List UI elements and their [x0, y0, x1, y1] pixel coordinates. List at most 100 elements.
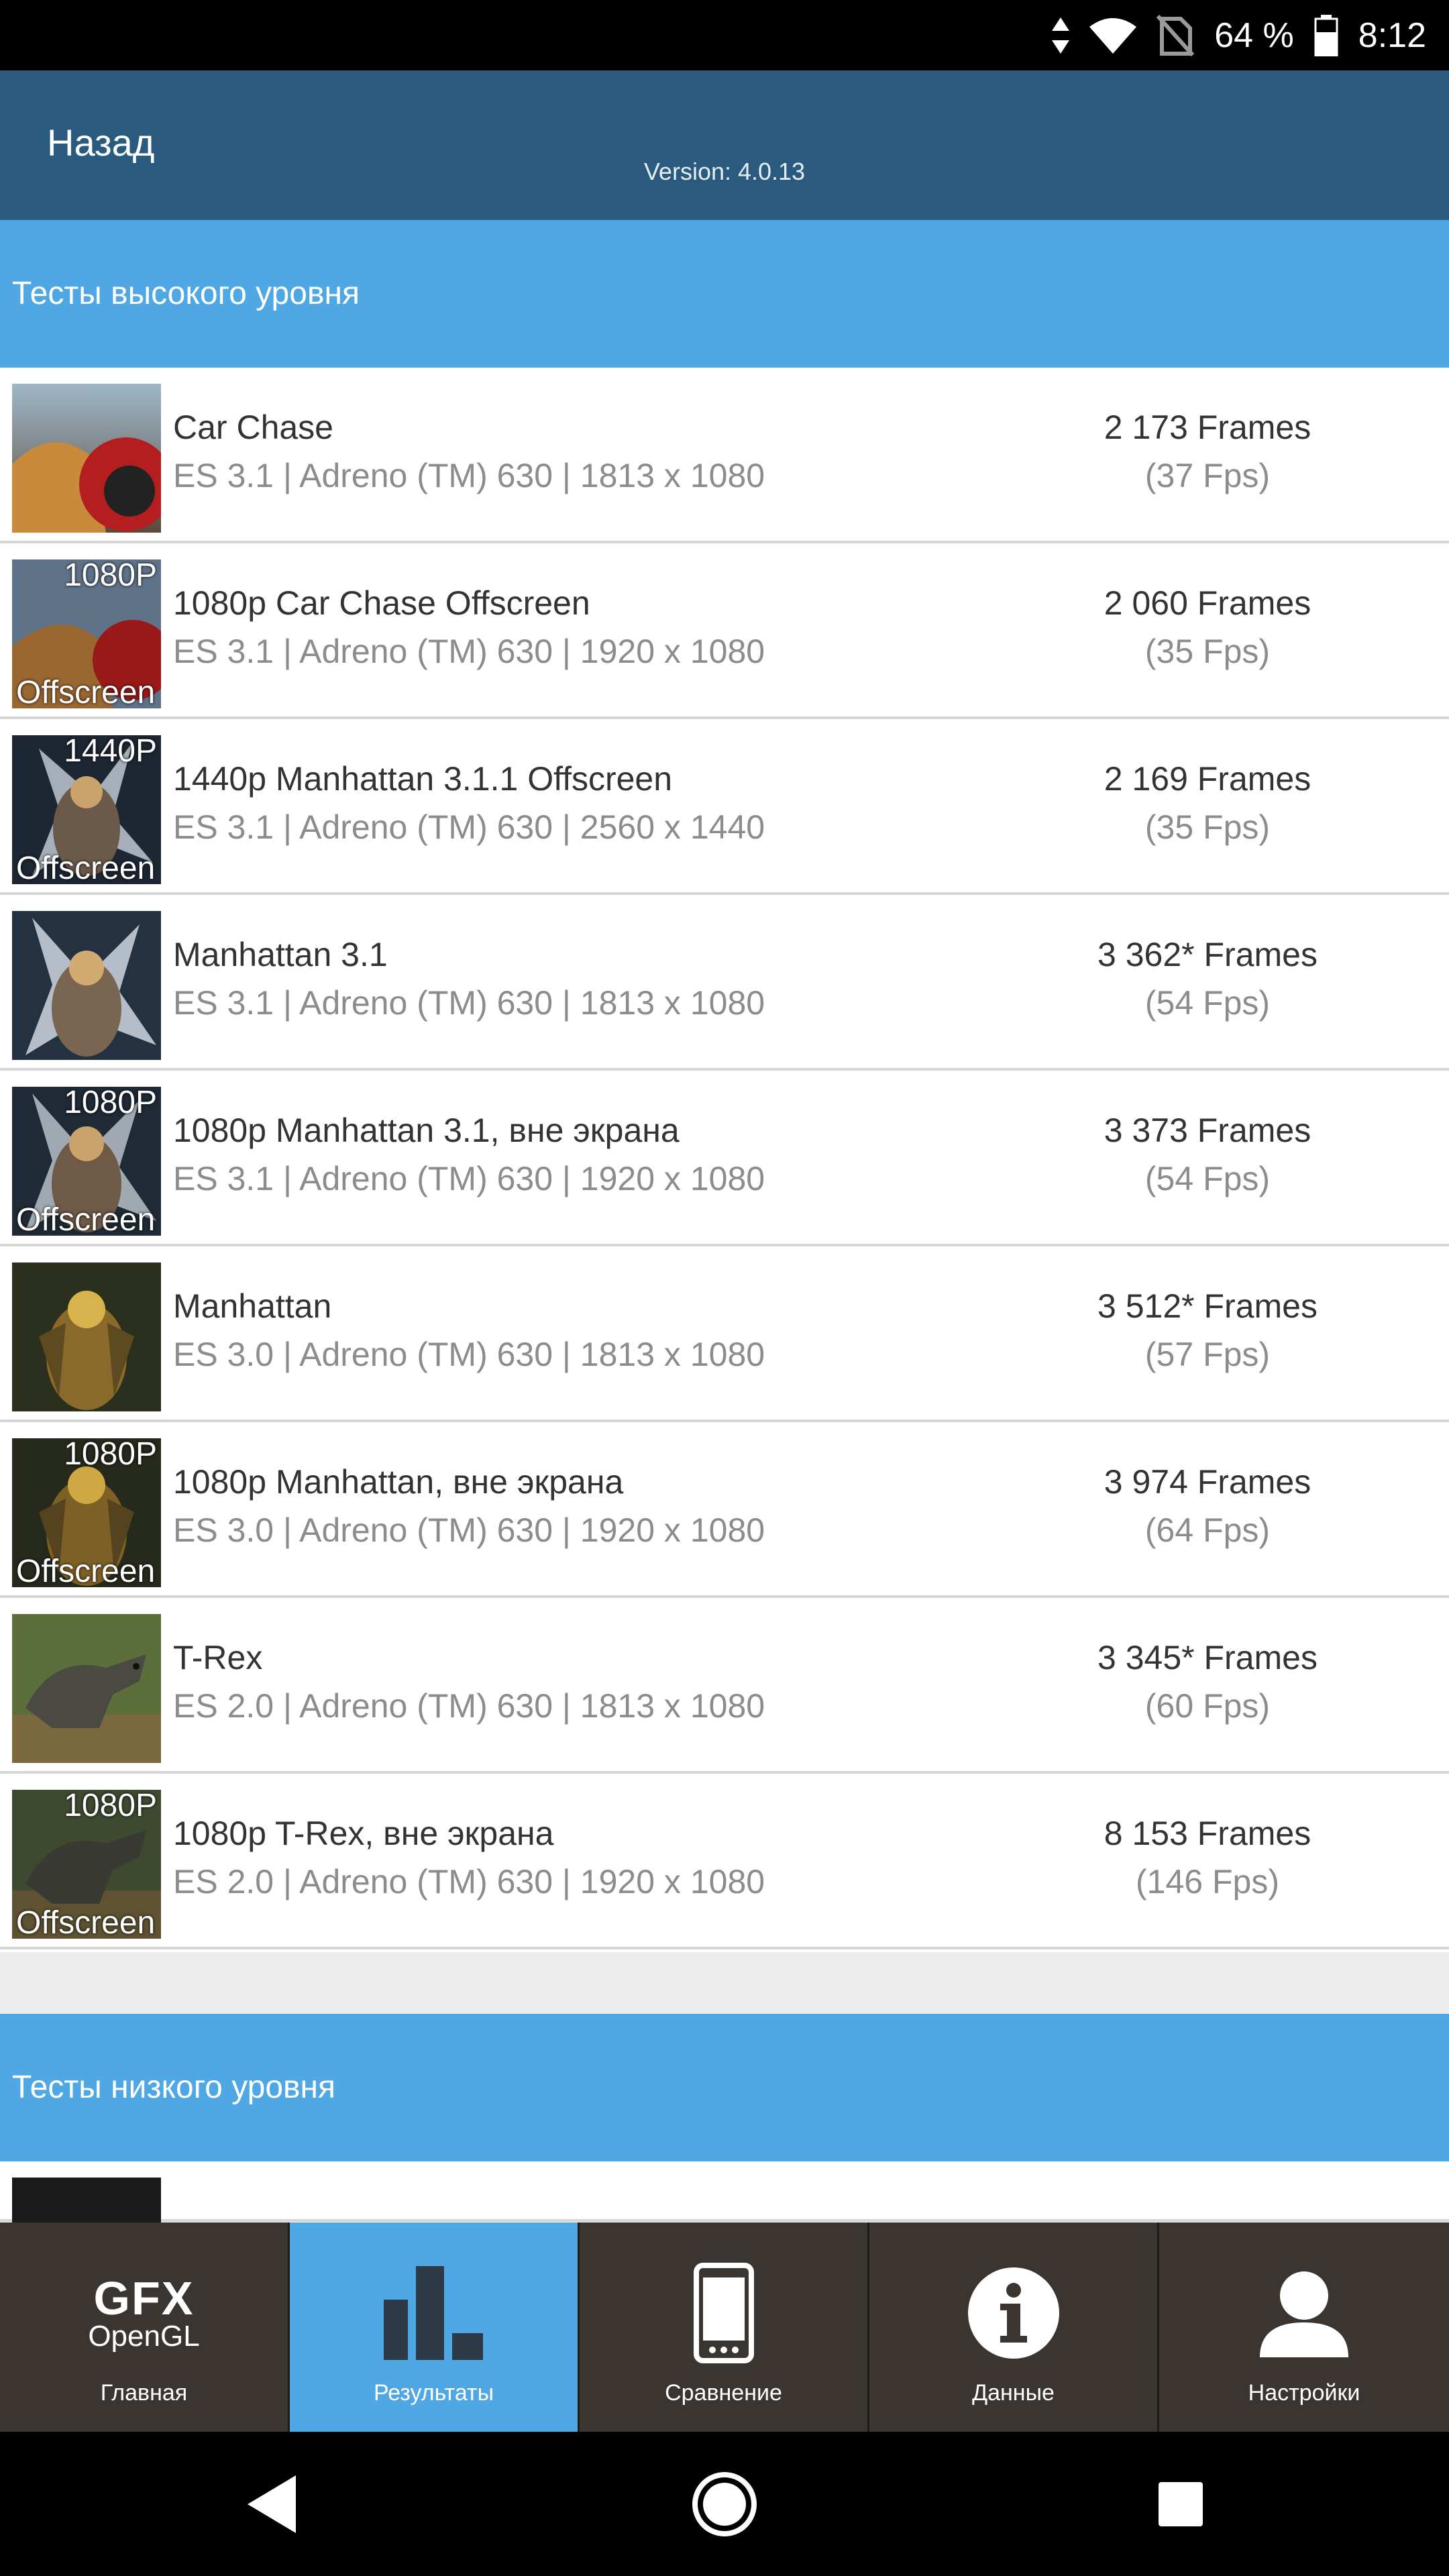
test-title: 1080p Manhattan, вне экрана — [173, 1463, 624, 1501]
tab-results[interactable]: Результаты — [290, 2222, 580, 2432]
thumbnail: 1440P Offscreen — [12, 735, 161, 884]
test-details: ES 3.0 | Adreno (TM) 630 | 1813 x 1080 — [173, 1336, 765, 1373]
test-fps: (146 Fps) — [1136, 1863, 1279, 1900]
test-details: ES 3.1 | Adreno (TM) 630 | 2560 x 1440 — [173, 808, 765, 846]
tab-label: Результаты — [373, 2380, 494, 2406]
test-details: ES 3.1 | Adreno (TM) 630 | 1920 x 1080 — [173, 1160, 765, 1197]
test-title: Manhattan — [173, 1287, 332, 1325]
gfx-logo-text: GFX — [93, 2272, 195, 2324]
test-title: 1080p Car Chase Offscreen — [173, 584, 590, 622]
test-details: ES 3.1 | Adreno (TM) 630 | 1920 x 1080 — [173, 633, 765, 670]
list-item[interactable]: Manhattan 3.1 ES 3.1 | Adreno (TM) 630 |… — [0, 896, 1449, 1071]
back-triangle-icon — [248, 2475, 296, 2533]
test-score: 2 169 Frames — [1104, 760, 1311, 798]
test-title: T-Rex — [173, 1639, 263, 1676]
test-fps: (64 Fps) — [1144, 1511, 1271, 1549]
bottom-nav: GFX OpenGL Главная Результаты Сравнение — [0, 2222, 1449, 2432]
recents-square-icon — [1159, 2481, 1203, 2526]
list-item[interactable]: Car Chase ES 3.1 | Adreno (TM) 630 | 181… — [0, 369, 1449, 543]
recents-nav-button[interactable] — [1137, 2432, 1224, 2576]
gfx-logo-subtext: OpenGL — [88, 2320, 200, 2353]
resolution-tag: 1080P — [64, 1438, 157, 1472]
battery-percent: 64 % — [1214, 15, 1294, 55]
list-item[interactable]: 1080P Offscreen 1080p Manhattan, вне экр… — [0, 1424, 1449, 1598]
test-title: Car Chase — [173, 409, 333, 446]
tab-label: Данные — [972, 2380, 1055, 2406]
thumbnail — [12, 911, 161, 1060]
thumbnail: 1080P Offscreen — [12, 559, 161, 708]
list-item[interactable]: 1440P Offscreen 1440p Manhattan 3.1.1 Of… — [0, 720, 1449, 895]
phone-icon — [693, 2263, 754, 2363]
clock: 8:12 — [1358, 15, 1426, 55]
test-fps: (37 Fps) — [1144, 457, 1271, 494]
home-nav-button[interactable] — [681, 2432, 768, 2576]
test-score: 2 173 Frames — [1104, 409, 1311, 446]
resolution-tag: 1080P — [64, 559, 157, 593]
section-title: Тесты низкого уровня — [12, 2070, 336, 2105]
tab-info[interactable]: Данные — [869, 2222, 1159, 2432]
test-details: ES 2.0 | Adreno (TM) 630 | 1813 x 1080 — [173, 1687, 765, 1725]
test-fps: (60 Fps) — [1144, 1687, 1271, 1725]
thumbnail — [12, 384, 161, 533]
resolution-tag: 1080P — [64, 1087, 157, 1120]
bar-chart-icon — [383, 2266, 483, 2360]
resolution-tag: 1440P — [64, 735, 157, 769]
resolution-tag: 1080P — [64, 1790, 157, 1823]
no-sim-icon — [1157, 14, 1195, 56]
offscreen-tag: Offscreen — [16, 675, 156, 708]
test-score: 2 060 Frames — [1104, 584, 1311, 622]
test-details: ES 2.0 | Adreno (TM) 630 | 1920 x 1080 — [173, 1863, 765, 1900]
back-nav-button[interactable] — [228, 2432, 315, 2576]
info-icon — [967, 2267, 1059, 2359]
tab-home[interactable]: GFX OpenGL Главная — [0, 2222, 290, 2432]
list-item[interactable]: Manhattan ES 3.0 | Adreno (TM) 630 | 181… — [0, 1248, 1449, 1422]
test-score: 3 345* Frames — [1097, 1639, 1318, 1676]
test-score: 3 373 Frames — [1104, 1112, 1311, 1149]
test-fps: (35 Fps) — [1144, 633, 1271, 670]
list-item[interactable]: 1080P Offscreen 1080p T-Rex, вне экрана … — [0, 1775, 1449, 1949]
offscreen-tag: Offscreen — [16, 851, 156, 884]
version-label: Version: 4.0.13 — [643, 158, 806, 185]
data-activity-icon — [1052, 17, 1070, 54]
list-item[interactable]: 1080P Offscreen 1080p Car Chase Offscree… — [0, 545, 1449, 719]
thumbnail — [12, 1614, 161, 1763]
offscreen-tag: Offscreen — [16, 1202, 156, 1236]
list-item[interactable]: 1080P Offscreen 1080p Manhattan 3.1, вне… — [0, 1072, 1449, 1246]
offscreen-tag: Offscreen — [16, 1554, 156, 1587]
test-title: 1080p T-Rex, вне экрана — [173, 1815, 554, 1852]
thumbnail: 1080P Offscreen — [12, 1438, 161, 1587]
test-fps: (57 Fps) — [1144, 1336, 1271, 1373]
gfx-logo-icon: GFX OpenGL — [0, 2263, 288, 2363]
list-item[interactable]: T-Rex ES 2.0 | Adreno (TM) 630 | 1813 x … — [0, 1599, 1449, 1774]
section-title: Тесты высокого уровня — [12, 276, 360, 311]
thumbnail: 1080P Offscreen — [12, 1790, 161, 1939]
system-nav-bar — [0, 2432, 1449, 2576]
test-title: 1440p Manhattan 3.1.1 Offscreen — [173, 760, 673, 798]
test-title: Manhattan 3.1 — [173, 936, 388, 973]
test-fps: (54 Fps) — [1144, 984, 1271, 1022]
test-title: 1080p Manhattan 3.1, вне экрана — [173, 1112, 680, 1149]
status-bar: 64 % 8:12 — [0, 0, 1449, 70]
tab-label: Главная — [100, 2380, 188, 2406]
tab-settings[interactable]: Настройки — [1159, 2222, 1449, 2432]
section-gap — [0, 1952, 1449, 2014]
wifi-icon — [1089, 17, 1137, 54]
section-low-level: Тесты низкого уровня — [0, 2014, 1449, 2161]
thumbnail: 1080P Offscreen — [12, 1087, 161, 1236]
section-high-level: Тесты высокого уровня — [0, 220, 1449, 368]
test-score: 3 974 Frames — [1104, 1463, 1311, 1501]
list-item[interactable] — [0, 2161, 1449, 2224]
test-details: ES 3.1 | Adreno (TM) 630 | 1813 x 1080 — [173, 457, 765, 494]
test-details: ES 3.0 | Adreno (TM) 630 | 1920 x 1080 — [173, 1511, 765, 1549]
test-fps: (35 Fps) — [1144, 808, 1271, 846]
home-circle-icon — [692, 2471, 757, 2536]
thumbnail — [12, 1263, 161, 1411]
test-score: 3 362* Frames — [1097, 936, 1318, 973]
user-icon — [1260, 2271, 1348, 2357]
thumbnail — [12, 2178, 161, 2224]
test-details: ES 3.1 | Adreno (TM) 630 | 1813 x 1080 — [173, 984, 765, 1022]
tab-compare[interactable]: Сравнение — [580, 2222, 869, 2432]
tab-label: Сравнение — [665, 2380, 782, 2406]
offscreen-tag: Offscreen — [16, 1905, 156, 1939]
test-fps: (54 Fps) — [1144, 1160, 1271, 1197]
